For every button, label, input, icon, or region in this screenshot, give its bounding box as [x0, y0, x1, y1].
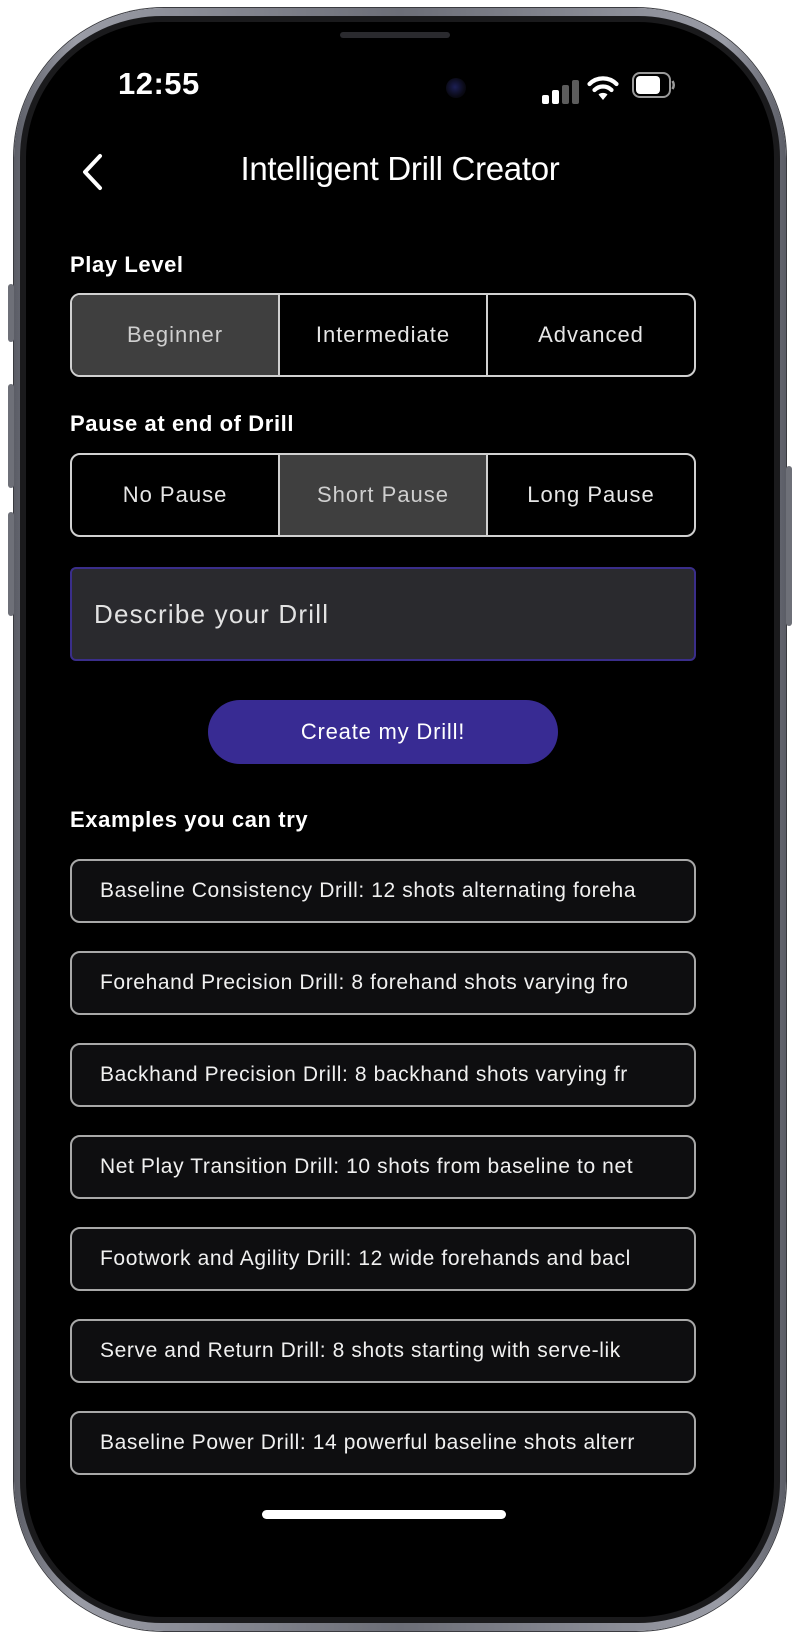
- example-item[interactable]: Backhand Precision Drill: 8 backhand sho…: [70, 1043, 696, 1107]
- play-level-label: Play Level: [70, 252, 184, 277]
- example-item[interactable]: Baseline Consistency Drill: 12 shots alt…: [70, 859, 696, 923]
- side-button-right: [786, 466, 792, 626]
- pause-label: Pause at end of Drill: [70, 411, 295, 436]
- example-item-text: Serve and Return Drill: 8 shots starting…: [100, 1339, 621, 1362]
- side-button-left-1: [8, 284, 14, 342]
- example-item-text: Footwork and Agility Drill: 12 wide fore…: [100, 1247, 631, 1270]
- side-button-left-3: [8, 512, 14, 616]
- example-item-text: Baseline Power Drill: 14 powerful baseli…: [100, 1431, 635, 1454]
- pause-option-no-pause[interactable]: No Pause: [72, 455, 280, 535]
- example-item[interactable]: Net Play Transition Drill: 10 shots from…: [70, 1135, 696, 1199]
- examples-label: Examples you can try: [70, 807, 309, 832]
- example-item-text: Net Play Transition Drill: 10 shots from…: [100, 1155, 634, 1178]
- cellular-signal-icon: [542, 78, 582, 104]
- app-screen: 12:55 Intelligent Drill Creator Play Lev…: [26, 22, 774, 1617]
- front-camera: [446, 78, 466, 98]
- example-item[interactable]: Serve and Return Drill: 8 shots starting…: [70, 1319, 696, 1383]
- example-item[interactable]: Baseline Power Drill: 14 powerful baseli…: [70, 1411, 696, 1475]
- speaker-slot: [340, 32, 450, 38]
- page-title: Intelligent Drill Creator: [240, 150, 560, 187]
- pause-option-short-pause[interactable]: Short Pause: [280, 455, 488, 535]
- play-level-option-advanced[interactable]: Advanced: [488, 295, 694, 375]
- example-item-text: Baseline Consistency Drill: 12 shots alt…: [100, 879, 637, 902]
- side-button-left-2: [8, 384, 14, 488]
- home-indicator[interactable]: [262, 1510, 506, 1519]
- wifi-icon: [587, 76, 619, 100]
- examples-list: Baseline Consistency Drill: 12 shots alt…: [70, 859, 696, 1503]
- example-item-text: Forehand Precision Drill: 8 forehand sho…: [100, 971, 629, 994]
- example-item[interactable]: Forehand Precision Drill: 8 forehand sho…: [70, 951, 696, 1015]
- play-level-option-beginner[interactable]: Beginner: [72, 295, 280, 375]
- battery-icon: [632, 72, 675, 98]
- describe-drill-input[interactable]: [70, 567, 696, 661]
- example-item-text: Backhand Precision Drill: 8 backhand sho…: [100, 1063, 628, 1086]
- pause-selector: No Pause Short Pause Long Pause: [70, 453, 696, 537]
- status-time: 12:55: [118, 66, 200, 101]
- create-drill-button[interactable]: Create my Drill!: [208, 700, 558, 764]
- example-item[interactable]: Footwork and Agility Drill: 12 wide fore…: [70, 1227, 696, 1291]
- pause-option-long-pause[interactable]: Long Pause: [488, 455, 694, 535]
- play-level-selector: Beginner Intermediate Advanced: [70, 293, 696, 377]
- play-level-option-intermediate[interactable]: Intermediate: [280, 295, 488, 375]
